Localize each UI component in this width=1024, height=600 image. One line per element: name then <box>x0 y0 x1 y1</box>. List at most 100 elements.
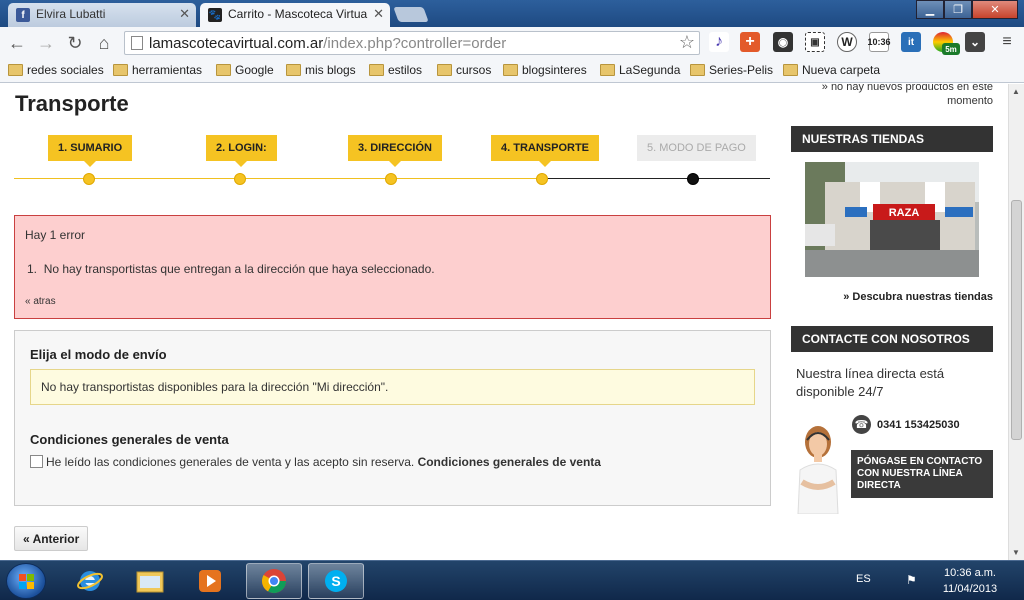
facebook-icon: f <box>16 8 30 22</box>
taskbar-media-player[interactable] <box>182 563 238 599</box>
step-dot <box>536 173 548 185</box>
close-window-icon[interactable]: ✕ <box>972 0 1018 19</box>
media-player-icon <box>199 570 221 592</box>
folder-icon <box>690 64 705 76</box>
start-button[interactable] <box>6 563 46 599</box>
taskbar-chrome[interactable] <box>246 563 302 599</box>
folder-icon <box>286 64 301 76</box>
steps-remaining-line <box>544 178 770 179</box>
site-favicon-icon: 🐾 <box>208 8 222 22</box>
screenshot-extension-icon[interactable]: ▣ <box>805 32 825 52</box>
system-clock[interactable]: 10:36 a.m. 11/04/2013 <box>930 565 1010 597</box>
no-carriers-warning: No hay transportistas disponibles para l… <box>30 369 755 405</box>
terms-link[interactable]: Condiciones generales de venta <box>418 455 601 469</box>
terms-heading: Condiciones generales de venta <box>30 432 229 447</box>
terms-text: He leído las condiciones generales de ve… <box>46 455 415 469</box>
camera-extension-icon[interactable]: ◉ <box>773 32 793 52</box>
forward-icon[interactable]: → <box>35 32 57 54</box>
step-direccion[interactable]: 3. DIRECCIÓN <box>348 135 442 167</box>
page-title: Transporte <box>15 91 129 116</box>
back-icon[interactable]: ← <box>6 32 28 54</box>
terms-row: He leído las condiciones generales de ve… <box>30 455 601 469</box>
step-modo-de-pago: 5. MODO DE PAGO <box>637 135 756 161</box>
scrollbar-thumb[interactable] <box>1011 200 1022 440</box>
bookmark-folder[interactable]: Google <box>216 63 274 77</box>
phone-number: 0341 153425030 <box>877 419 960 431</box>
new-products-note[interactable]: » no hay nuevos productos en este moment… <box>792 84 993 108</box>
url-text: lamascotecavirtual.com.ar/index.php?cont… <box>149 35 507 52</box>
close-tab-icon[interactable]: ✕ <box>373 6 384 22</box>
taskbar-internet-explorer[interactable] <box>62 563 118 599</box>
page-content: Transporte 1. SUMARIO 2. LOGIN: 3. DIREC… <box>0 84 1008 560</box>
bookmark-star-icon[interactable]: ☆ <box>679 32 695 53</box>
svg-text:RAZA: RAZA <box>889 207 920 219</box>
wikipedia-icon[interactable]: W <box>837 32 857 52</box>
step-dot <box>83 173 95 185</box>
page-icon <box>131 36 143 50</box>
internet-explorer-icon <box>77 571 103 591</box>
taskbar-file-explorer[interactable] <box>122 563 178 599</box>
new-tab-button[interactable] <box>393 7 429 22</box>
plus-icon[interactable]: + <box>740 32 760 52</box>
it-extension-icon[interactable]: it <box>901 32 921 52</box>
store-photo[interactable]: RAZA <box>805 162 979 277</box>
bookmark-folder[interactable]: Series-Pelis <box>690 63 773 77</box>
pocket-icon[interactable]: ⌄ <box>965 32 985 52</box>
tab-carrito[interactable]: 🐾 Carrito - Mascoteca Virtua ✕ <box>200 3 390 27</box>
bookmark-folder[interactable]: blogsinteres <box>503 63 587 77</box>
music-note-icon[interactable]: ♪ <box>709 32 729 52</box>
step-login[interactable]: 2. LOGIN: <box>206 135 277 167</box>
folder-icon <box>369 64 384 76</box>
bookmark-folder[interactable]: estilos <box>369 63 422 77</box>
network-alert-icon[interactable]: ⚑ <box>906 573 917 587</box>
minimize-icon[interactable]: ▁ <box>916 0 944 19</box>
reload-icon[interactable]: ↻ <box>64 32 86 54</box>
folder-icon <box>437 64 452 76</box>
folder-icon <box>136 571 164 593</box>
menu-icon[interactable]: ≡ <box>997 32 1017 52</box>
bookmark-folder[interactable]: LaSegunda <box>600 63 680 77</box>
windows-logo-icon <box>19 574 35 590</box>
home-icon[interactable]: ⌂ <box>93 32 115 54</box>
folder-icon <box>216 64 231 76</box>
phone-icon: ☎ <box>852 415 871 434</box>
folder-icon <box>503 64 518 76</box>
page-scrollbar[interactable]: ▲ ▼ <box>1008 84 1024 560</box>
back-link[interactable]: « atras <box>25 296 56 307</box>
error-item: 1. No hay transportistas que entregan a … <box>27 262 435 276</box>
step-sumario[interactable]: 1. SUMARIO <box>48 135 133 167</box>
error-box: Hay 1 error 1. No hay transportistas que… <box>14 215 771 319</box>
maximize-icon[interactable]: ❐ <box>944 0 972 19</box>
previous-button[interactable]: « Anterior <box>14 526 89 551</box>
bookmark-folder[interactable]: mis blogs <box>286 63 356 77</box>
svg-text:S: S <box>331 573 340 589</box>
contact-hotline-button[interactable]: PÓNGASE EN CONTACTO CON NUESTRA LÍNEA DI… <box>851 450 993 498</box>
bookmarks-bar: redes sociales herramientas Google mis b… <box>0 59 1024 83</box>
shipping-box: Elija el modo de envío No hay transporti… <box>14 330 771 506</box>
stores-heading: NUESTRAS TIENDAS <box>791 126 993 152</box>
close-tab-icon[interactable]: ✕ <box>179 6 190 22</box>
scroll-down-icon[interactable]: ▼ <box>1012 548 1020 557</box>
bookmark-folder[interactable]: redes sociales <box>8 63 104 77</box>
tab-title: Elvira Lubatti <box>36 7 106 21</box>
tab-title: Carrito - Mascoteca Virtua <box>228 7 368 21</box>
bookmark-folder[interactable]: Nueva carpeta <box>783 63 880 77</box>
terms-checkbox[interactable] <box>30 455 43 468</box>
step-transporte: 4. TRANSPORTE <box>491 135 600 167</box>
badge-5m: 5m <box>942 43 960 55</box>
contact-description: Nuestra línea directa está disponible 24… <box>796 366 945 399</box>
scroll-up-icon[interactable]: ▲ <box>1012 87 1020 96</box>
address-bar[interactable]: lamascotecavirtual.com.ar/index.php?cont… <box>124 31 700 55</box>
folder-icon <box>783 64 798 76</box>
step-dot <box>234 173 246 185</box>
bookmark-folder[interactable]: herramientas <box>113 63 202 77</box>
language-indicator[interactable]: ES <box>856 573 871 585</box>
bookmark-folder[interactable]: cursos <box>437 63 491 77</box>
taskbar-skype[interactable]: S <box>308 563 364 599</box>
step-dot <box>385 173 397 185</box>
clock-extension-icon[interactable]: 10:36 <box>867 32 891 52</box>
chrome-icon <box>261 569 286 594</box>
discover-stores-link[interactable]: » Descubra nuestras tiendas <box>843 291 993 303</box>
folder-icon <box>600 64 615 76</box>
tab-elvira-lubatti[interactable]: f Elvira Lubatti ✕ <box>8 3 196 27</box>
